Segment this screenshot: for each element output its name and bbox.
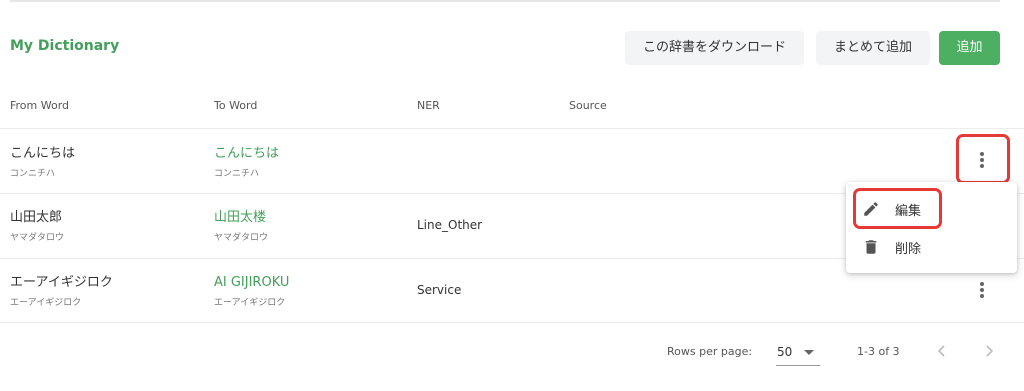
from-word: こんにちは (10, 146, 76, 161)
column-header-source[interactable]: Source (569, 99, 607, 112)
row-more-options-icon[interactable] (972, 277, 992, 303)
column-header-to-word[interactable]: To Word (214, 99, 257, 112)
table-row-to-word: こんにちは コンニチハ (214, 145, 279, 179)
from-word-reading: ヤマダタロウ (10, 233, 65, 243)
column-header-from-word[interactable]: From Word (10, 99, 69, 112)
download-dictionary-button[interactable]: この辞書をダウンロード (625, 31, 804, 65)
add-button[interactable]: 追加 (939, 31, 1000, 65)
row-divider (0, 322, 1024, 323)
table-row-from-word: エーアイギジロク エーアイギジロク (10, 274, 113, 308)
to-word-reading: エーアイギジロク (214, 298, 286, 308)
pagination-range: 1-3 of 3 (857, 345, 900, 358)
from-word: エーアイギジロク (10, 275, 113, 290)
rows-per-page-value: 50 (777, 345, 793, 359)
menu-item-delete[interactable]: 削除 (846, 229, 1017, 265)
to-word-reading: ヤマダタロウ (214, 233, 269, 243)
page-title: My Dictionary (10, 38, 120, 54)
rows-per-page-select[interactable]: 50 (776, 336, 820, 366)
bulk-add-button[interactable]: まとめて追加 (816, 31, 930, 65)
from-word-reading: エーアイギジロク (10, 298, 82, 308)
from-word: 山田太郎 (10, 210, 63, 225)
trash-icon (862, 238, 880, 256)
top-divider (10, 0, 1000, 2)
from-word-reading: コンニチハ (10, 169, 56, 179)
ner-value: Line_Other (417, 218, 483, 232)
row-divider (0, 128, 1024, 129)
to-word: こんにちは (214, 146, 280, 161)
highlight-outline (956, 134, 1010, 184)
ner-value: Service (417, 283, 462, 297)
rows-per-page-label: Rows per page: (667, 345, 753, 358)
to-word: AI GIJIROKU (214, 275, 290, 290)
caret-down-icon (804, 350, 814, 355)
select-underline (776, 365, 820, 366)
table-row-from-word: 山田太郎 ヤマダタロウ (10, 209, 64, 243)
menu-item-label: 削除 (895, 242, 922, 257)
to-word: 山田太楼 (214, 210, 267, 225)
table-row-to-word: 山田太楼 ヤマダタロウ (214, 209, 268, 243)
chevron-left-icon[interactable] (934, 343, 950, 359)
chevron-right-icon[interactable] (981, 343, 997, 359)
column-header-ner[interactable]: NER (417, 99, 440, 112)
table-row-from-word: こんにちは コンニチハ (10, 145, 75, 179)
highlight-outline (853, 188, 942, 229)
to-word-reading: コンニチハ (214, 169, 260, 179)
table-row-to-word: AI GIJIROKU エーアイギジロク (214, 274, 289, 308)
